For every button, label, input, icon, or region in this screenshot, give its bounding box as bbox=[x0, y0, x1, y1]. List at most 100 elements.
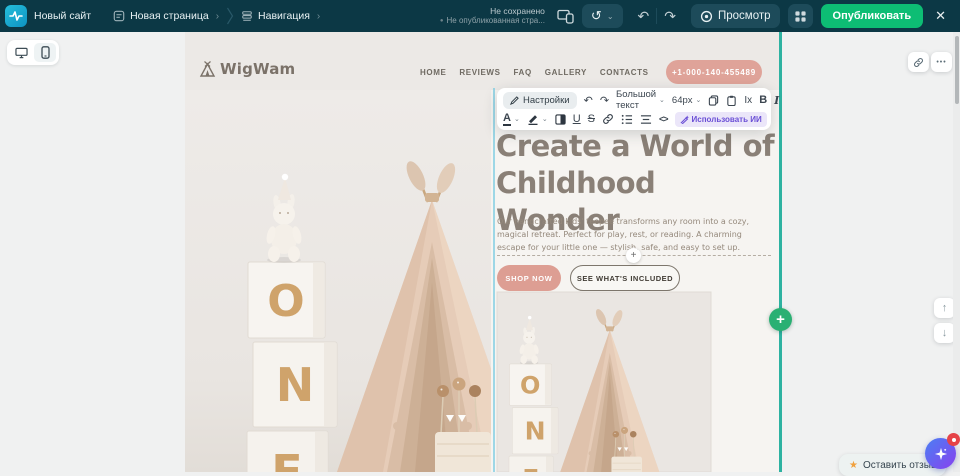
pencil-icon bbox=[510, 96, 519, 105]
mobile-icon bbox=[41, 46, 50, 59]
status-dot-icon: ● bbox=[440, 18, 444, 26]
responsive-preview-icon[interactable] bbox=[557, 8, 574, 24]
underline-button[interactable]: U bbox=[573, 113, 581, 125]
use-ai-button[interactable]: Использовать ИИ bbox=[675, 112, 767, 127]
text-style-value: Большой текст bbox=[616, 89, 656, 111]
chevron-down-icon: ⌄ bbox=[607, 12, 614, 21]
breadcrumb-navigation-label: Навигация bbox=[258, 10, 310, 22]
link-icon bbox=[913, 57, 924, 68]
clear-format-button[interactable]: Ix bbox=[744, 95, 752, 106]
desktop-view-button[interactable] bbox=[10, 43, 32, 62]
chevron-down-icon: ⌄ bbox=[514, 115, 520, 123]
history-button[interactable]: ↺ ⌄ bbox=[582, 4, 623, 28]
ai-pen-icon bbox=[680, 115, 689, 124]
breadcrumb-separator bbox=[98, 7, 106, 25]
nav-link-gallery[interactable]: GALLERY bbox=[545, 68, 587, 77]
publish-button[interactable]: Опубликовать bbox=[821, 4, 924, 28]
page-icon bbox=[113, 10, 125, 22]
chevron-down-icon: ⌄ bbox=[696, 96, 702, 104]
copy-icon bbox=[708, 95, 719, 106]
link-icon bbox=[602, 113, 614, 125]
strikethrough-button[interactable]: S bbox=[588, 113, 595, 125]
breadcrumb-page-label: Новая страница bbox=[130, 10, 209, 22]
unpublished-label: Не опубликованная стра... bbox=[447, 16, 545, 26]
site-logo-text: WigWam bbox=[220, 60, 295, 78]
editor-topbar: Новый сайт Новая страница › Навигация › bbox=[0, 0, 960, 32]
move-block-up-button[interactable]: ↑ bbox=[934, 298, 955, 318]
editor-undo-button[interactable]: ↶ bbox=[584, 94, 593, 107]
chevron-down-icon: ⌄ bbox=[659, 96, 665, 104]
star-icon: ★ bbox=[849, 460, 858, 471]
scrollbar-thumb[interactable] bbox=[955, 36, 960, 104]
see-whats-included-button[interactable]: SEE WHAT'S INCLUDED bbox=[570, 265, 680, 291]
desktop-icon bbox=[15, 47, 28, 59]
half-fill-icon bbox=[555, 114, 566, 125]
link-button[interactable] bbox=[602, 113, 614, 125]
pulse-icon bbox=[9, 9, 23, 23]
eye-icon bbox=[700, 10, 713, 23]
fill-toggle-button[interactable] bbox=[555, 114, 566, 125]
more-options-button[interactable]: ••• bbox=[931, 52, 952, 72]
phone-button[interactable]: +1-000-140-455489 bbox=[666, 60, 762, 84]
code-button[interactable]: <> bbox=[659, 114, 668, 124]
redo-button[interactable]: ↷ bbox=[657, 8, 683, 25]
nav-link-reviews[interactable]: REVIEWS bbox=[459, 68, 500, 77]
save-status: Не сохранено ● Не опубликованная стра... bbox=[440, 6, 545, 27]
mobile-view-button[interactable] bbox=[34, 43, 56, 62]
arrow-up-icon: ↑ bbox=[942, 302, 948, 314]
settings-button[interactable]: Настройки bbox=[503, 92, 577, 109]
highlight-dropdown[interactable]: ⌄ bbox=[527, 113, 548, 125]
breadcrumb-site-label: Новый сайт bbox=[34, 10, 91, 22]
align-button[interactable] bbox=[640, 114, 652, 125]
close-icon[interactable]: ✕ bbox=[931, 8, 950, 24]
site-logo[interactable]: WigWam bbox=[199, 60, 295, 78]
editor-redo-button[interactable]: ↷ bbox=[600, 94, 609, 107]
copy-button[interactable] bbox=[708, 95, 719, 106]
paste-icon bbox=[726, 95, 737, 106]
block-boundary-line bbox=[779, 32, 782, 472]
device-toggle bbox=[7, 40, 59, 65]
editor-canvas: O N E bbox=[0, 32, 960, 472]
marker-icon bbox=[527, 113, 539, 125]
nav-link-faq[interactable]: FAQ bbox=[514, 68, 532, 77]
breadcrumb-site[interactable]: Новый сайт bbox=[34, 10, 91, 22]
app-logo[interactable] bbox=[5, 5, 27, 27]
font-size-dropdown[interactable]: 64px ⌄ bbox=[672, 95, 701, 106]
undo-button[interactable]: ↶ bbox=[631, 8, 657, 25]
move-block-down-button[interactable]: ↓ bbox=[934, 323, 955, 343]
breadcrumb-page[interactable]: Новая страница › bbox=[113, 10, 219, 22]
notification-badge bbox=[947, 433, 960, 446]
font-color-icon: A bbox=[503, 113, 511, 126]
unsaved-label: Не сохранено bbox=[440, 6, 545, 17]
add-block-button[interactable]: + bbox=[769, 308, 792, 331]
nav-link-home[interactable]: HOME bbox=[420, 68, 446, 77]
apps-button[interactable] bbox=[788, 4, 813, 28]
align-center-icon bbox=[640, 114, 652, 125]
shop-now-button[interactable]: SHOP NOW bbox=[497, 265, 561, 291]
leave-feedback-label: Оставить отзыв bbox=[863, 460, 936, 471]
font-color-dropdown[interactable]: A ⌄ bbox=[503, 113, 520, 126]
paste-button[interactable] bbox=[726, 95, 737, 106]
layers-icon bbox=[241, 10, 253, 22]
preview-label: Просмотр bbox=[718, 10, 771, 22]
arrow-down-icon: ↓ bbox=[942, 327, 948, 339]
nav-link-contacts[interactable]: CONTACTS bbox=[600, 68, 649, 77]
list-button[interactable] bbox=[621, 114, 633, 125]
hero-heading-line1: Create a World of bbox=[496, 128, 786, 165]
bullet-list-icon bbox=[621, 114, 633, 125]
breadcrumb-navigation[interactable]: Навигация › bbox=[241, 10, 320, 22]
settings-label: Настройки bbox=[523, 95, 570, 106]
text-style-dropdown[interactable]: Большой текст ⌄ bbox=[616, 89, 665, 111]
preview-button[interactable]: Просмотр bbox=[691, 4, 780, 28]
sparkle-cursor-icon bbox=[934, 447, 948, 461]
block-link-button[interactable] bbox=[908, 52, 929, 72]
use-ai-label: Использовать ИИ bbox=[692, 115, 762, 124]
site-nav: HOME REVIEWS FAQ GALLERY CONTACTS bbox=[420, 68, 649, 77]
scrollbar-track[interactable] bbox=[953, 32, 960, 472]
add-block-small-button[interactable]: + bbox=[626, 248, 641, 263]
italic-button[interactable]: I bbox=[774, 94, 779, 107]
font-size-value: 64px bbox=[672, 95, 693, 106]
bold-button[interactable]: B bbox=[759, 94, 767, 106]
chevron-right-icon[interactable]: › bbox=[216, 11, 219, 22]
chevron-right-icon[interactable]: › bbox=[317, 11, 320, 22]
